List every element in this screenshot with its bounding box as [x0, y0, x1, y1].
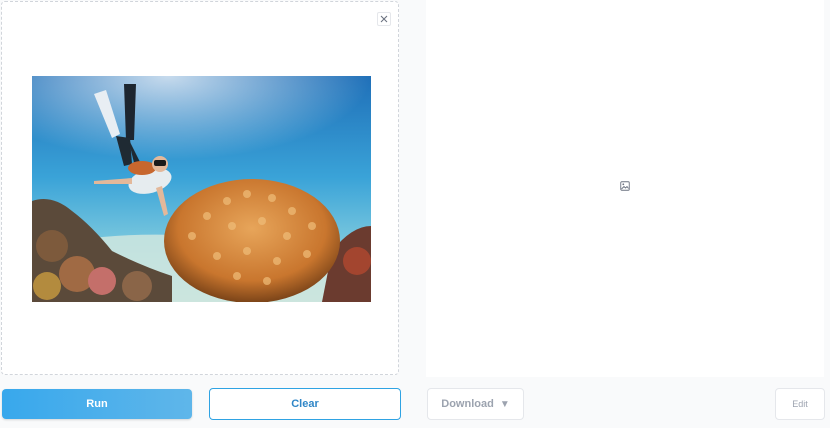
remove-image-button[interactable]: [377, 12, 391, 26]
uploaded-image: [32, 76, 371, 302]
image-icon: [620, 181, 630, 191]
download-button[interactable]: Download ▼: [427, 388, 524, 420]
run-button[interactable]: Run: [2, 389, 192, 419]
edit-button[interactable]: Edit: [775, 388, 825, 420]
close-icon: [380, 15, 388, 23]
download-label: Download: [441, 398, 494, 410]
clear-button[interactable]: Clear: [209, 388, 401, 420]
output-image-panel: [426, 0, 824, 377]
caret-down-icon: ▼: [499, 398, 510, 410]
input-image-panel[interactable]: [1, 1, 399, 375]
